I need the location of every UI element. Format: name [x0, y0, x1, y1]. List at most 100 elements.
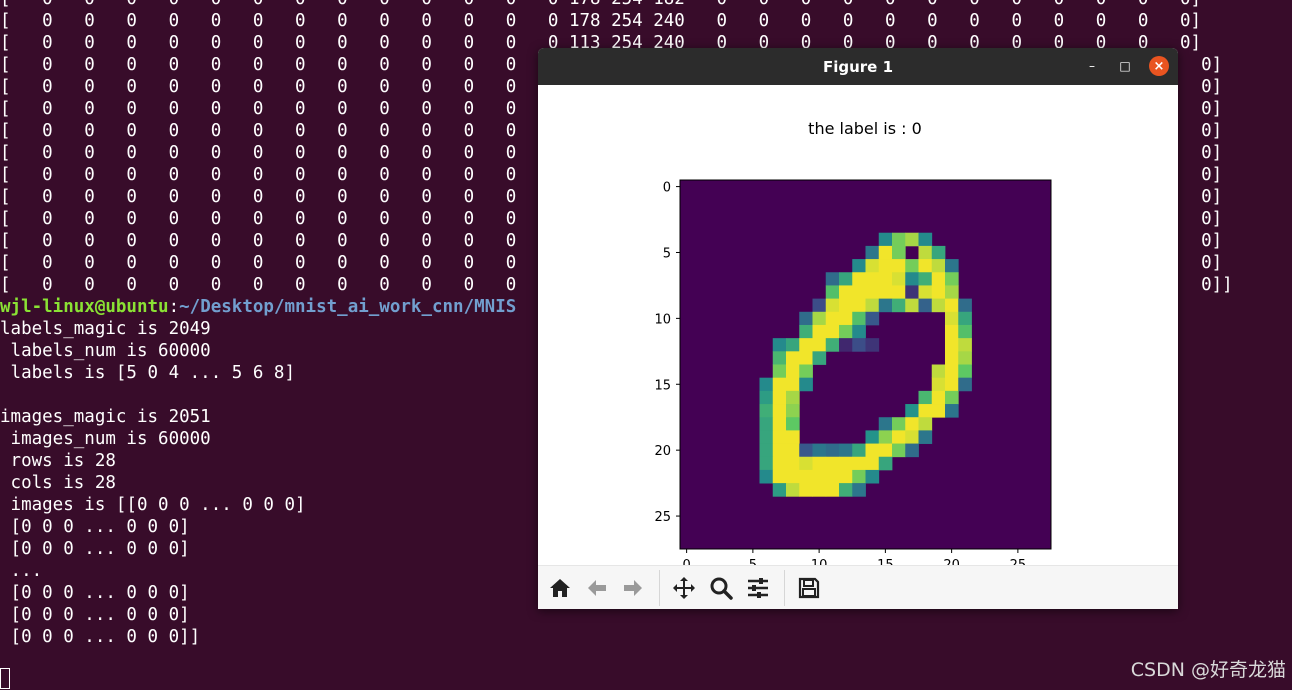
heatmap-cell: [825, 324, 840, 339]
heatmap-cell: [852, 311, 866, 326]
heatmap-cell: [958, 324, 972, 339]
heatmap-cell: [786, 364, 800, 379]
heatmap-cell: [865, 298, 880, 313]
heatmap-cell: [852, 298, 866, 313]
heatmap-cell: [945, 364, 959, 379]
heatmap-cell: [799, 483, 813, 497]
heatmap-cell: [759, 377, 774, 392]
heatmap-cell: [852, 285, 866, 300]
heatmap-cell: [772, 338, 787, 352]
heatmap-cell: [945, 285, 959, 300]
heatmap-cell: [786, 377, 800, 392]
heatmap-cell: [799, 456, 813, 471]
heatmap-cell: [918, 417, 933, 431]
heatmap-cell: [839, 311, 853, 326]
prompt-user: wjl-linux@ubuntu: [0, 297, 169, 317]
heatmap-cell: [905, 404, 919, 418]
heatmap-cell: [825, 338, 840, 352]
save-icon: [798, 577, 820, 599]
home-button[interactable]: [546, 574, 574, 602]
heatmap-cell: [958, 377, 972, 392]
heatmap-cell: [772, 483, 787, 497]
heatmap-cell: [852, 456, 866, 471]
heatmap-cell: [878, 456, 893, 471]
heatmap-cell: [759, 469, 774, 484]
heatmap-cell: [931, 245, 946, 260]
heatmap-cell: [905, 443, 919, 458]
heatmap-cell: [918, 245, 933, 260]
heatmap-cell: [825, 285, 840, 300]
minimize-button[interactable]: –: [1082, 56, 1102, 76]
maximize-button[interactable]: □: [1115, 56, 1135, 76]
minimize-icon: –: [1089, 59, 1095, 73]
heatmap-cell: [825, 272, 840, 286]
heatmap-cell: [865, 259, 880, 273]
figure-canvas[interactable]: the label is : 0 0 5 10 15 20 25 0 5 10 15 20 25: [538, 85, 1178, 565]
heatmap-cell: [865, 272, 880, 286]
heatmap-cell: [878, 285, 893, 300]
pan-icon: [673, 577, 695, 599]
heatmap-cell: [852, 483, 866, 497]
toolbar-separator: [784, 570, 785, 606]
heatmap-cell: [812, 338, 827, 352]
heatmap-cell: [839, 443, 853, 458]
heatmap-cell: [945, 272, 959, 286]
heatmap-cell: [812, 324, 827, 339]
forward-button[interactable]: [619, 574, 647, 602]
heatmap-cell: [878, 443, 893, 458]
heatmap-cell: [852, 443, 866, 458]
heatmap-cell: [839, 324, 853, 339]
heatmap-cell: [892, 232, 906, 247]
heatmap-cell: [931, 259, 946, 273]
heatmap-cell: [892, 417, 906, 431]
window-titlebar[interactable]: Figure 1 – □ ×: [538, 48, 1178, 85]
heatmap-cell: [786, 469, 800, 484]
heatmap-cell: [799, 338, 813, 352]
heatmap-cell: [918, 232, 933, 247]
watermark: CSDN @好奇龙猫: [1130, 659, 1286, 681]
back-arrow-icon: [588, 580, 606, 596]
heatmap-cell: [772, 364, 787, 379]
heatmap-cell: [825, 483, 840, 497]
heatmap-cell: [812, 469, 827, 484]
heatmap-cell: [786, 417, 800, 431]
terminal-grid-line: [ 0 0 0 0 0 0 0 0 0 0 0 0 0 178 254 240 …: [0, 11, 1202, 31]
heatmap-cell: [812, 351, 827, 365]
heatmap-cell: [772, 377, 787, 392]
heatmap-cell: [852, 324, 866, 339]
heatmap-cell: [878, 232, 893, 247]
heatmap-cell: [839, 298, 853, 313]
heatmap-cell: [931, 285, 946, 300]
heatmap-cell: [759, 417, 774, 431]
figure-window[interactable]: Figure 1 – □ × the label is : 0 0 5 10 15 20…: [538, 48, 1178, 609]
y-tick-label: 15: [654, 378, 671, 393]
heatmap-cell: [905, 417, 919, 431]
heatmap-cell: [786, 390, 800, 405]
pan-button[interactable]: [670, 574, 698, 602]
heatmap-cell: [839, 285, 853, 300]
heatmap-cell: [931, 272, 946, 286]
heatmap-cell: [918, 404, 933, 418]
heatmap-cell: [918, 272, 933, 286]
back-button[interactable]: [583, 574, 611, 602]
heatmap-cell: [786, 338, 800, 352]
heatmap-cell: [852, 338, 866, 352]
heatmap-cell: [825, 443, 840, 458]
x-tick-label: 0: [682, 558, 690, 565]
heatmap-cell: [931, 377, 946, 392]
close-button[interactable]: ×: [1149, 56, 1169, 76]
x-tick-label: 20: [943, 558, 960, 565]
configure-subplots-button[interactable]: [744, 574, 772, 602]
heatmap-plot: the label is : 0 0 5 10 15 20 25 0 5 10 15 20 25: [654, 119, 1052, 565]
heatmap-cell: [958, 298, 972, 313]
heatmap-cell: [945, 351, 959, 365]
terminal-output-line: [0 0 0 ... 0 0 0]]: [0, 627, 201, 647]
heatmap-cell: [945, 390, 959, 405]
zoom-button[interactable]: [707, 574, 735, 602]
heatmap-cell: [945, 311, 959, 326]
save-button[interactable]: [795, 574, 823, 602]
heatmap-cell: [839, 469, 853, 484]
terminal-grid-line: [ 0 0 0 0 0 0 0 0 0 0 0 0 0 178 254 182 …: [0, 0, 1292, 10]
heatmap-cell: [865, 338, 880, 352]
heatmap-cell: [772, 469, 787, 484]
